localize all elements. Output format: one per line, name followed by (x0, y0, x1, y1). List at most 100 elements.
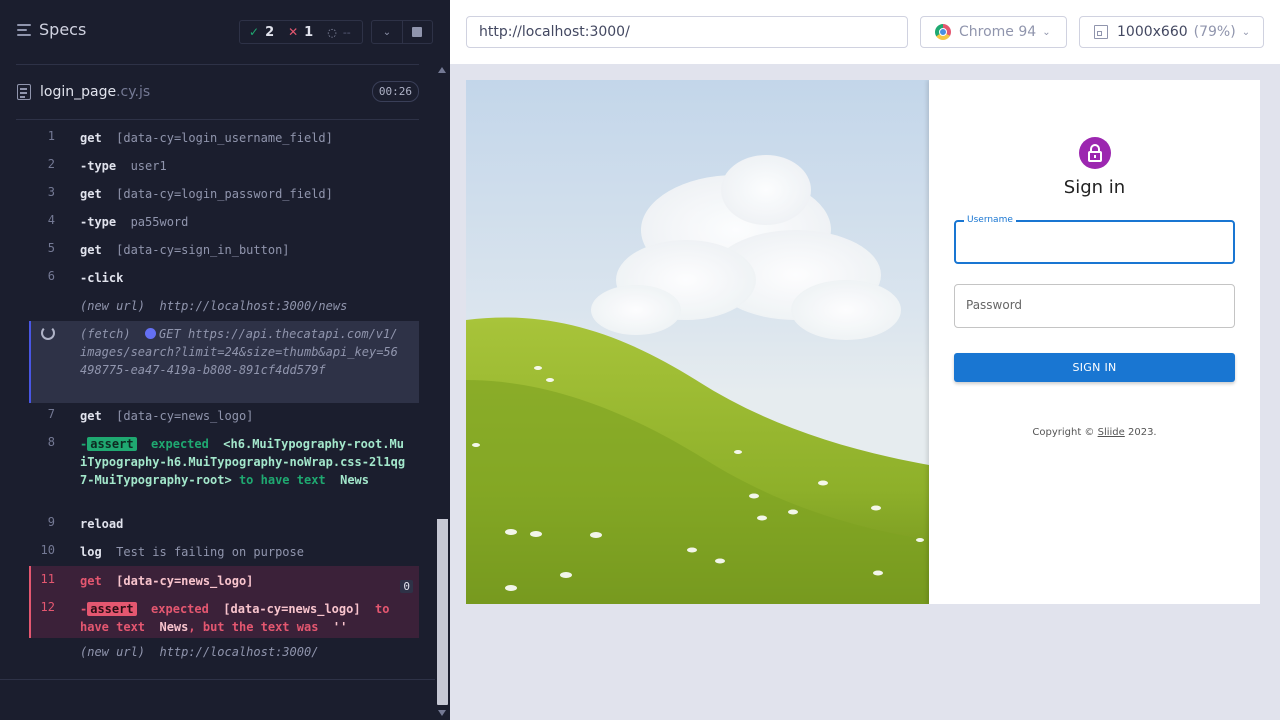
scroll-up-arrow-icon[interactable] (438, 67, 446, 73)
divider (16, 119, 419, 120)
passed-count: 2 (265, 24, 275, 40)
menu-lines-icon (17, 23, 31, 36)
password-placeholder: Password (966, 298, 1023, 312)
divider (16, 64, 419, 65)
command-number: 7 (47, 407, 55, 421)
event-name: (new url) (80, 299, 146, 313)
command-name: -click (80, 271, 124, 285)
event-url: http://localhost:3000/ (159, 645, 319, 659)
failed-count: 1 (304, 24, 314, 40)
event-name: (fetch) (80, 327, 131, 341)
command-log: 1 get [data-cy=login_username_field] 2 -… (29, 123, 419, 666)
assert-verb: to have text (238, 473, 326, 487)
command-name: get (80, 243, 102, 257)
url-bar[interactable]: http://localhost:3000/ (466, 16, 908, 48)
chevron-down-icon: ⌄ (382, 26, 392, 38)
browser-label: Chrome 94 (959, 24, 1037, 40)
chrome-icon (935, 24, 951, 40)
stats-bar: ✓ 2 ✕ 1 ◌ -- (239, 20, 363, 44)
command-number: 3 (47, 185, 55, 199)
command-name: -type (80, 159, 117, 173)
fetch-method: GET (159, 327, 181, 341)
stop-button[interactable] (401, 21, 432, 43)
command-number: 12 (40, 600, 55, 614)
hero-image (466, 80, 929, 604)
command-name: get (80, 187, 102, 201)
assert-actual: '' (332, 620, 348, 634)
assert-value: News (159, 620, 189, 634)
spec-ext: .cy.js (116, 84, 151, 100)
assert-expected: expected (151, 437, 209, 451)
command-arg: [data-cy=news_logo] (116, 409, 254, 423)
command-name: reload (80, 517, 124, 531)
fetch-row[interactable]: (fetch) GET https://api.thecatapi.com/v1… (29, 321, 419, 403)
pending-dot-icon (145, 328, 157, 339)
command-number: 4 (47, 213, 55, 227)
browser-selector[interactable]: Chrome 94 ⌄ (920, 16, 1067, 48)
reporter-header: Specs ✓ 2 ✕ 1 ◌ -- ⌄ (0, 0, 435, 64)
reporter-panel: Specs ✓ 2 ✕ 1 ◌ -- ⌄ login_page .cy.js 00… (0, 0, 450, 720)
specs-toggle[interactable]: Specs (17, 20, 86, 39)
stop-icon (412, 27, 423, 37)
landscape-illustration (466, 155, 929, 604)
command-arg: user1 (130, 159, 167, 173)
password-field[interactable]: Password (954, 284, 1235, 328)
username-label: Username (964, 215, 1016, 225)
command-name: get (80, 574, 102, 588)
check-icon: ✓ (249, 25, 260, 39)
spec-file-header[interactable]: login_page .cy.js 00:26 (17, 80, 419, 104)
pending-icon: ◌ (327, 25, 337, 39)
pending-count: -- (342, 25, 351, 39)
spec-name: login_page (40, 84, 117, 100)
command-name: get (80, 409, 102, 423)
assert-badge: assert (87, 602, 137, 616)
cross-icon: ✕ (288, 25, 299, 39)
command-number: 10 (40, 543, 55, 557)
element-count-badge: 0 (400, 580, 413, 593)
reporter-scrollbar[interactable] (435, 64, 450, 720)
document-icon (17, 84, 31, 100)
scroll-down-arrow-icon[interactable] (438, 710, 446, 716)
command-number: 6 (47, 269, 55, 283)
event-url: http://localhost:3000/news (159, 299, 348, 313)
reporter-footer (0, 679, 435, 720)
copyright-link[interactable]: Sliide (1098, 427, 1125, 438)
command-number: 9 (47, 515, 55, 529)
copyright-suffix: 2023. (1124, 427, 1157, 438)
command-name: -type (80, 215, 117, 229)
viewport-icon (1094, 25, 1108, 39)
viewport-scale: (79%) (1193, 24, 1236, 40)
command-number: 11 (40, 572, 55, 586)
command-arg: [data-cy=login_password_field] (116, 187, 333, 201)
sign-in-button[interactable]: SIGN IN (954, 353, 1235, 382)
command-number: 2 (47, 157, 55, 171)
command-number: 5 (47, 241, 55, 255)
command-number: 1 (47, 129, 55, 143)
username-field[interactable]: Username (954, 215, 1235, 264)
chevron-down-icon: ⌄ (1042, 26, 1051, 38)
viewport-size: 1000x660 (1117, 24, 1188, 40)
event-name: (new url) (80, 645, 146, 659)
aut-header: http://localhost:3000/ Chrome 94 ⌄ 1000x… (450, 0, 1280, 64)
copyright-prefix: Copyright © (1032, 427, 1098, 438)
copyright-text: Copyright © Sliide 2023. (929, 427, 1260, 438)
spinner-icon (41, 326, 55, 340)
sign-in-heading: Sign in (1063, 177, 1126, 198)
command-name: get (80, 131, 102, 145)
sign-in-panel: Sign in Username Password SIGN IN Copyri… (929, 80, 1260, 604)
assert-expected: expected (151, 602, 209, 616)
command-number: 8 (47, 435, 55, 449)
assert-subject: [data-cy=news_logo] (223, 602, 361, 616)
assert-value: News (340, 473, 370, 487)
spec-duration: 00:26 (371, 81, 419, 102)
specs-title: Specs (39, 20, 87, 39)
failed-command-group[interactable]: 11 get [data-cy=news_logo] 0 12 - assert … (29, 566, 419, 638)
app-frame: Sign in Username Password SIGN IN Copyri… (466, 80, 1260, 604)
assert-badge: assert (87, 437, 137, 451)
command-arg: [data-cy=sign_in_button] (116, 243, 290, 257)
scrollbar-thumb[interactable] (437, 77, 448, 519)
collapse-button[interactable]: ⌄ (372, 21, 402, 43)
command-arg: pa55word (130, 215, 189, 229)
viewport-selector[interactable]: 1000x660 (79%) ⌄ (1079, 16, 1264, 48)
command-arg: [data-cy=news_logo] (116, 574, 254, 588)
